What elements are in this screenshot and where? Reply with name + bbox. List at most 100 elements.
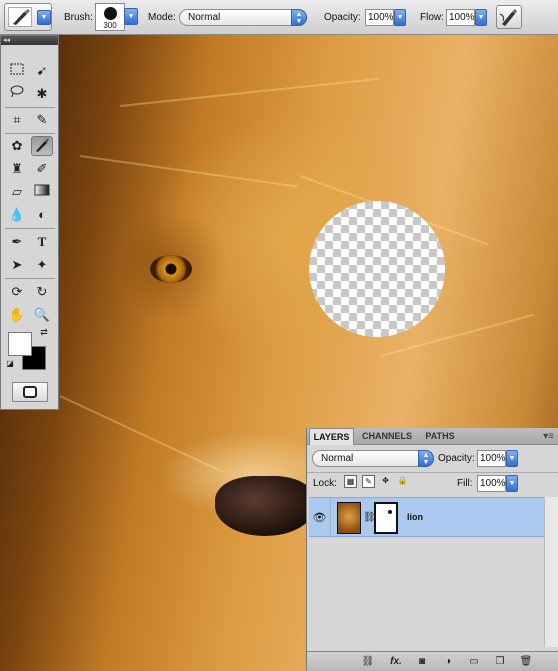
mode-label: Mode: — [148, 12, 176, 23]
lock-position-icon[interactable]: ✥ — [379, 475, 392, 488]
history-brush-icon[interactable]: ✐ — [31, 159, 53, 179]
default-colors-icon[interactable]: ◪ — [4, 358, 16, 370]
mask-dot — [388, 510, 392, 514]
add-mask-icon[interactable]: ◙ — [415, 655, 429, 668]
chevron-down-icon[interactable]: ▼ — [506, 450, 518, 467]
divider — [5, 228, 55, 229]
zoom-icon[interactable]: 🔍 — [31, 305, 53, 325]
blend-mode-select[interactable]: Normal ▲ ▼ — [312, 450, 434, 467]
chevron-down-icon[interactable]: ▼ — [506, 475, 518, 492]
brush-label: Brush: — [64, 12, 93, 23]
new-group-icon[interactable]: ▭ — [467, 655, 481, 668]
lion-eye — [150, 255, 192, 283]
opacity-label: Opacity: — [324, 12, 361, 23]
scrollbar[interactable] — [544, 497, 558, 647]
transparent-erased-area — [309, 201, 445, 337]
path-selection-icon[interactable]: ➤ — [6, 255, 28, 275]
opacity-label: Opacity: — [438, 453, 475, 464]
clone-stamp-icon[interactable]: ♜ — [6, 159, 28, 179]
trash-icon[interactable]: 🗑 — [519, 655, 533, 668]
marquee-icon[interactable] — [6, 61, 28, 81]
brush-icon[interactable] — [31, 136, 53, 156]
shape-icon[interactable]: ✦ — [31, 255, 53, 275]
layer-opacity-field[interactable]: 100% ▼ — [477, 450, 518, 467]
eraser-icon[interactable]: ▱ — [6, 182, 28, 202]
quick-mask-button[interactable] — [12, 382, 48, 402]
updown-arrows-icon: ▲ ▼ — [291, 9, 307, 26]
tools-panel: ◂◂ ➹ ✱ ⌗ ✎ ✿ ♜ ✐ ▱ 💧 ◐ ✒ T ➤ ✦ ⟳ ↻ ✋ 🔍 ⇄… — [0, 35, 59, 410]
crop-icon[interactable]: ⌗ — [6, 110, 28, 130]
hand-icon[interactable]: ✋ — [6, 305, 28, 325]
lasso-icon[interactable] — [6, 84, 28, 104]
type-icon[interactable]: T — [31, 232, 53, 252]
layers-footer: ⛓ fx. ◙ ◑ ▭ ❐ 🗑 — [307, 651, 558, 671]
3d-orbit-icon[interactable]: ↻ — [31, 282, 53, 302]
lock-row: Lock: ▦ ✎ ✥ 🔒 Fill: 100% ▼ — [307, 475, 558, 495]
eye-icon[interactable]: 👁 — [309, 498, 331, 538]
lion-nose — [215, 476, 315, 536]
flow-value: 100% — [449, 12, 475, 23]
layer-mask-thumbnail[interactable] — [374, 502, 398, 534]
adjustment-layer-icon[interactable]: ◑ — [441, 655, 455, 668]
divider — [5, 278, 55, 279]
quick-mask-icon — [23, 386, 37, 398]
eyedropper-icon[interactable]: ✎ — [31, 110, 53, 130]
magic-wand-icon[interactable]: ✱ — [31, 84, 53, 104]
layer-row[interactable]: 👁 ⛓ lion — [309, 497, 544, 538]
layer-opacity-value: 100% — [480, 453, 506, 464]
tab-layers[interactable]: LAYERS — [309, 428, 354, 445]
swap-colors-icon[interactable]: ⇄ — [37, 326, 51, 338]
brush-tip-icon — [104, 7, 117, 20]
move-icon[interactable]: ➹ — [31, 61, 53, 81]
gradient-icon[interactable] — [31, 182, 53, 202]
brush-tool-preset-icon — [8, 7, 32, 27]
foreground-color-swatch[interactable] — [8, 332, 32, 356]
brush-picker[interactable]: 300 — [95, 3, 125, 31]
lock-pixels-icon[interactable]: ✎ — [362, 475, 375, 488]
link-layers-icon[interactable]: ⛓ — [361, 655, 375, 668]
new-layer-icon[interactable]: ❐ — [493, 655, 507, 668]
lock-label: Lock: — [313, 478, 337, 489]
opacity-value: 100% — [368, 12, 394, 23]
layer-thumbnail[interactable] — [337, 502, 361, 534]
fur-highlight — [119, 77, 379, 107]
lock-transparency-icon[interactable]: ▦ — [344, 475, 357, 488]
divider — [307, 472, 558, 473]
tab-channels[interactable]: CHANNELS — [357, 428, 417, 445]
divider — [5, 133, 55, 134]
fur-highlight — [79, 155, 298, 188]
fill-value: 100% — [480, 478, 506, 489]
chevron-down-icon[interactable]: ▼ — [37, 10, 51, 25]
panel-tabs: LAYERS CHANNELS PATHS ▾≡ — [307, 428, 558, 445]
collapse-toggle[interactable]: ◂◂ — [1, 36, 58, 45]
pen-icon[interactable]: ✒ — [6, 232, 28, 252]
tool-preset-picker[interactable]: ▼ — [4, 3, 52, 31]
mode-value: Normal — [188, 12, 221, 23]
layers-panel: LAYERS CHANNELS PATHS ▾≡ Normal ▲ ▼ Opaci… — [306, 428, 558, 671]
divider — [5, 107, 55, 108]
opacity-field[interactable]: 100% ▼ — [365, 9, 406, 26]
fill-label: Fill: — [457, 478, 473, 489]
fur-highlight — [59, 395, 224, 473]
lock-all-icon[interactable]: 🔒 — [396, 475, 409, 488]
chevron-down-icon[interactable]: ▼ — [475, 9, 487, 26]
flow-field[interactable]: 100% ▼ — [446, 9, 487, 26]
blend-row: Normal ▲ ▼ Opacity: 100% ▼ — [307, 448, 558, 468]
chevron-down-icon[interactable]: ▼ — [394, 9, 406, 26]
healing-brush-icon[interactable]: ✿ — [6, 136, 28, 156]
brush-picker-arrow[interactable]: ▼ — [124, 8, 138, 25]
blur-icon[interactable]: 💧 — [6, 205, 28, 225]
panel-menu-icon[interactable]: ▾≡ — [543, 431, 554, 442]
layer-name[interactable]: lion — [407, 512, 423, 522]
fill-field[interactable]: 100% ▼ — [477, 475, 518, 492]
blend-mode-value: Normal — [321, 453, 354, 464]
airbrush-icon[interactable] — [496, 5, 522, 29]
updown-arrows-icon: ▲ ▼ — [418, 450, 434, 467]
flow-label: Flow: — [420, 12, 444, 23]
brush-size: 300 — [103, 21, 117, 30]
dodge-icon[interactable]: ◐ — [31, 205, 53, 225]
tab-paths[interactable]: PATHS — [420, 428, 460, 445]
fx-icon[interactable]: fx. — [387, 655, 405, 668]
3d-rotate-icon[interactable]: ⟳ — [6, 282, 28, 302]
mode-select[interactable]: Normal ▲ ▼ — [179, 9, 307, 26]
